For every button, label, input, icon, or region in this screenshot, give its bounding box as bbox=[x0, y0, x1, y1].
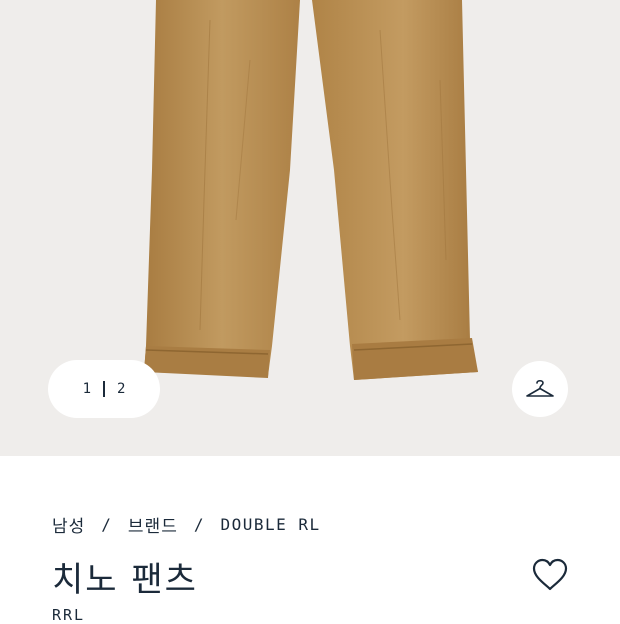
pager-divider bbox=[103, 381, 105, 397]
image-pager[interactable]: 1 2 bbox=[48, 360, 160, 418]
breadcrumb-separator: / bbox=[101, 514, 112, 534]
breadcrumb-item-men[interactable]: 남성 bbox=[52, 512, 85, 537]
breadcrumb-separator: / bbox=[193, 514, 205, 534]
wishlist-button[interactable] bbox=[530, 556, 570, 594]
fitting-button[interactable] bbox=[512, 361, 568, 417]
product-title: 치노 팬츠 bbox=[52, 560, 198, 600]
pager-total: 2 bbox=[117, 381, 126, 397]
product-brand[interactable]: RRL bbox=[52, 606, 85, 624]
breadcrumb: 남성 / 브랜드 / DOUBLE RL bbox=[52, 512, 321, 537]
breadcrumb-item-double-rl[interactable]: DOUBLE RL bbox=[220, 515, 320, 534]
hanger-icon bbox=[526, 379, 554, 397]
pager-current: 1 bbox=[82, 381, 91, 397]
product-gallery[interactable]: 1 2 bbox=[0, 0, 620, 456]
heart-outline-icon bbox=[532, 558, 568, 591]
breadcrumb-item-brands[interactable]: 브랜드 bbox=[128, 512, 178, 537]
